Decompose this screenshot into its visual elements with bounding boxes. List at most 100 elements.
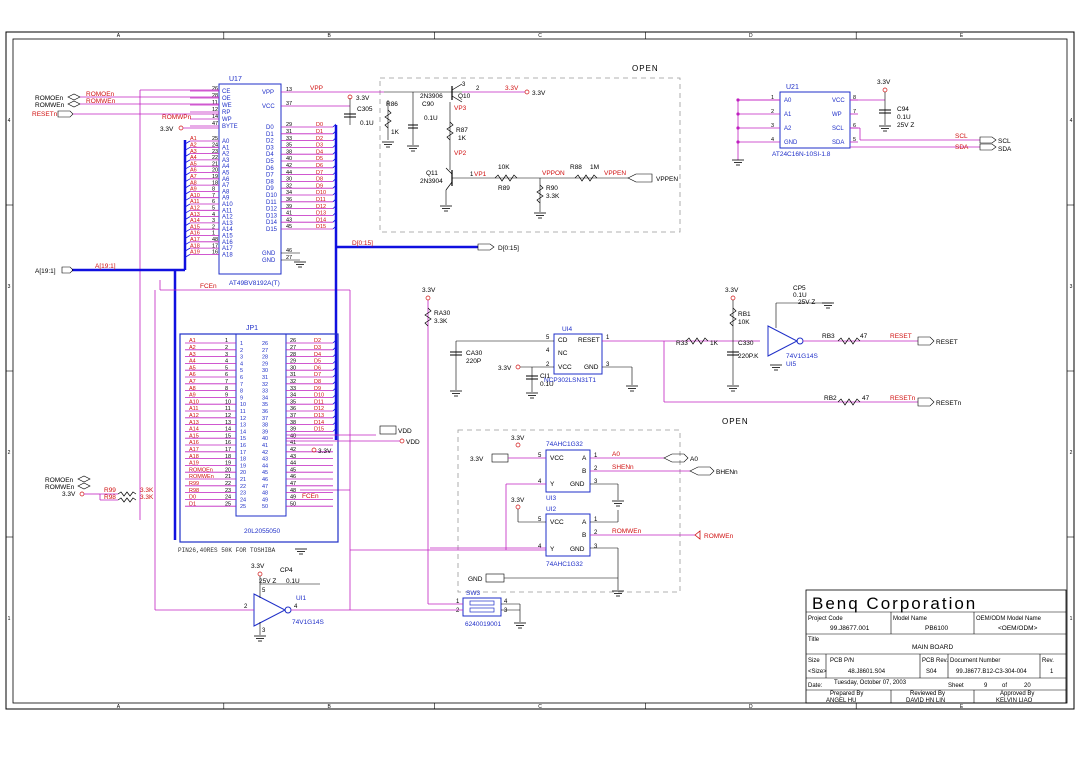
jp1-right-num-out: 30 xyxy=(290,365,296,371)
u21-pin-name: SCL xyxy=(832,126,844,132)
romwen-in-port xyxy=(694,530,701,540)
sheet-number: 9 xyxy=(984,683,988,689)
ui3-v33-top xyxy=(515,442,521,448)
jp1-right-net: D4 xyxy=(314,352,321,358)
cp5-ref: CP5 xyxy=(793,285,806,292)
u17-pin-number: 27 xyxy=(286,255,292,261)
r87-ref: R87 xyxy=(456,127,468,134)
jp1-left-num-out: 21 xyxy=(225,474,231,480)
u17-ref: U17 xyxy=(229,76,242,83)
u17-pin-number: 5 xyxy=(212,206,215,212)
ui1-pin3: 3 xyxy=(262,628,266,634)
u17-pin-number: 42 xyxy=(286,163,292,169)
u17-pin-name: D7 xyxy=(266,173,274,179)
sw3-toggle2 xyxy=(469,607,495,613)
ui2-pin3: 3 xyxy=(594,544,598,550)
sheet-total: 20 xyxy=(1024,683,1031,689)
jp1-v33-port xyxy=(79,491,85,497)
u17-data-net: D14 xyxy=(316,217,326,223)
u17-pin-number: 47 xyxy=(212,121,218,127)
u17-right-pins: VPP 13VCC 37D0 29 D0D1 31 D1D2 33 D2D3 35 D3D4 38 D4… xyxy=(262,87,337,264)
rb2-value: 47 xyxy=(862,395,870,402)
jp1-left-num-out: 8 xyxy=(225,386,228,392)
c305-ref: C305 xyxy=(357,106,373,113)
jp1-right-num-out: 49 xyxy=(290,495,296,501)
jp1-left-num-out: 9 xyxy=(225,393,228,399)
cp5-rating: 25V Z xyxy=(798,299,815,306)
q11-c xyxy=(445,167,453,175)
ui2-part: 74AHC1G32 xyxy=(546,561,583,568)
u21-pin-number: 2 xyxy=(771,109,774,115)
border-row-label-right: 1 xyxy=(1070,616,1073,622)
jp1-left-num-out: 1 xyxy=(225,338,228,344)
u17-addr-net: A14 xyxy=(190,218,200,224)
c330-ref: C330 xyxy=(738,340,754,347)
jp1-left-num-out: 3 xyxy=(225,352,228,358)
jp1-left-num-out: 16 xyxy=(225,440,231,446)
u17-pin-number: 1 xyxy=(212,231,215,237)
sw3-toggle1 xyxy=(469,600,495,606)
dbus-net-label: D[0:15] xyxy=(352,240,373,247)
sheet-label: Sheet xyxy=(948,683,964,689)
jp1-left-net: A1 xyxy=(189,338,196,344)
u17-pin-name: A15 xyxy=(222,234,233,240)
jp1-right-num-out: 48 xyxy=(290,488,296,494)
u17-data-net: D8 xyxy=(316,177,323,183)
r99-zigzag xyxy=(117,491,137,497)
v33-q10-label: 3.3V xyxy=(532,90,546,97)
jp1-left-num-out: 17 xyxy=(225,447,231,453)
vdd2-port-label: VDD xyxy=(406,439,420,446)
c94-ref: C94 xyxy=(897,106,909,113)
reviewed-label: Reviewed By xyxy=(910,691,945,697)
approved-label: Approved By xyxy=(1000,691,1034,697)
jp1-left-num-out: 22 xyxy=(225,481,231,487)
jp1-left-num-in: 24 xyxy=(240,497,246,503)
romwen-port-label: ROMWEn xyxy=(35,102,65,109)
jp1-right-num-out: 35 xyxy=(290,399,296,405)
u17-pin-name: D14 xyxy=(266,220,278,226)
jp1-right-num-out: 31 xyxy=(290,372,296,378)
jp1-left-num-out: 6 xyxy=(225,372,228,378)
u17-pin-name: CE xyxy=(222,89,230,95)
a0-port xyxy=(663,453,689,463)
scl-port xyxy=(979,136,997,144)
jp1-right-net: D5 xyxy=(314,359,321,365)
jp1-right-net: D7 xyxy=(314,372,321,378)
jp1-right-num-out: 43 xyxy=(290,454,296,460)
u17-pin-name: OE xyxy=(222,96,231,102)
resetn-net: RESETn xyxy=(890,395,916,402)
u17-pin-name: A1 xyxy=(222,145,230,151)
rb1-v33: 3.3V xyxy=(725,287,739,294)
u17-pin-name: A6 xyxy=(222,177,230,183)
r90-ref: R90 xyxy=(546,185,558,192)
u17-data-net: D7 xyxy=(316,170,323,176)
u17-addr-net: A17 xyxy=(190,237,200,243)
jp1-left-num-in: 3 xyxy=(240,355,243,361)
jp1-right-num-in: 31 xyxy=(262,375,268,381)
jp1-right-num-in: 33 xyxy=(262,389,268,395)
u17-addr-net: A1 xyxy=(190,136,197,142)
u21-pin-name: A1 xyxy=(784,112,792,118)
jp1-right-num-out: 47 xyxy=(290,481,296,487)
jp1-romoen-port xyxy=(77,475,91,483)
u17-data-net: D0 xyxy=(316,122,323,128)
ui2-pin4: 4 xyxy=(538,544,542,550)
u17-pin-number: 19 xyxy=(212,174,218,180)
jp1-left-num-in: 20 xyxy=(240,470,246,476)
jp1-left-num-in: 17 xyxy=(240,450,246,456)
romwen-in-label: ROMWEn xyxy=(704,533,734,540)
abus-port xyxy=(61,266,74,274)
u21-pin-name: VCC xyxy=(832,98,845,104)
ca30-ref: CA30 xyxy=(466,350,483,357)
jp1-right-net: D14 xyxy=(314,420,324,426)
scl-net: SCL xyxy=(955,133,968,140)
ui4-v33: 3.3V xyxy=(498,365,512,372)
jp1-right-num-out: 50 xyxy=(290,501,296,507)
jp1-left-net: A13 xyxy=(189,420,199,426)
ui3-b: B xyxy=(582,468,586,475)
jp1-right-net: D13 xyxy=(314,413,324,419)
u17-data-net: D10 xyxy=(316,190,326,196)
v33-byte-label: 3.3V xyxy=(160,126,174,133)
u17-pin-number: 23 xyxy=(212,149,218,155)
jp1-ref: JP1 xyxy=(246,325,258,332)
